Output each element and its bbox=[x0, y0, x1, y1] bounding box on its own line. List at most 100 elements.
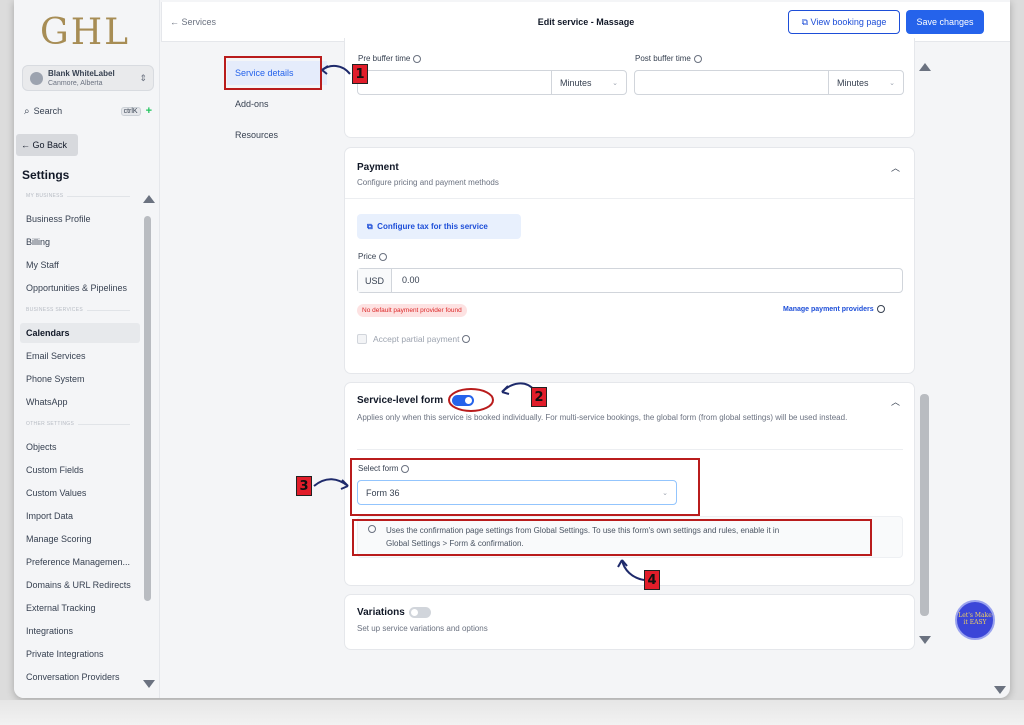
sidebar-item-objects[interactable]: Objects bbox=[20, 437, 140, 457]
window-shadow bbox=[0, 700, 1024, 725]
logo: GHL bbox=[40, 12, 131, 53]
currency-label: USD bbox=[358, 269, 392, 292]
sidebar-scroll-down-icon[interactable] bbox=[143, 680, 155, 688]
info-icon bbox=[876, 305, 885, 313]
tab-add-ons[interactable]: Add-ons bbox=[227, 92, 327, 116]
sidebar-item-custom-fields[interactable]: Custom Fields bbox=[20, 460, 140, 480]
app-window: GHL Blank WhiteLabel Canmore, Alberta ⇕ … bbox=[14, 0, 1010, 698]
search-bar[interactable]: ⌕ Search ctrlK + bbox=[24, 104, 152, 118]
service-form-description: Applies only when this service is booked… bbox=[357, 413, 848, 422]
search-icon: ⌕ bbox=[24, 105, 30, 117]
payment-subtitle: Configure pricing and payment methods bbox=[357, 178, 499, 187]
info-icon bbox=[462, 335, 471, 343]
account-name: Blank WhiteLabel bbox=[48, 68, 115, 78]
collapse-chevron-icon[interactable]: ︿ bbox=[891, 161, 900, 174]
pre-buffer-unit-select[interactable]: Minutes ⌄ bbox=[551, 71, 626, 94]
annotation-badge-2: 2 bbox=[531, 387, 547, 407]
go-back-button[interactable]: ← Go Back bbox=[16, 134, 78, 156]
page-scroll-down-icon[interactable] bbox=[994, 686, 1006, 694]
save-changes-button[interactable]: Save changes bbox=[906, 10, 984, 34]
partial-payment-checkbox[interactable] bbox=[357, 334, 367, 344]
search-label: Search bbox=[33, 106, 63, 116]
sidebar-item-calendars[interactable]: Calendars bbox=[20, 323, 140, 343]
section-other-settings: OTHER SETTINGS bbox=[26, 421, 130, 427]
account-avatar-icon bbox=[30, 71, 43, 85]
annotation-badge-3: 3 bbox=[296, 476, 312, 496]
price-value: 0.00 bbox=[402, 275, 420, 285]
sidebar-item-import-data[interactable]: Import Data bbox=[20, 506, 140, 526]
search-shortcut: ctrlK bbox=[120, 106, 141, 116]
pre-buffer-input[interactable]: Minutes ⌄ bbox=[357, 70, 627, 95]
partial-payment-option[interactable]: Accept partial payment bbox=[357, 334, 471, 344]
tab-resources[interactable]: Resources bbox=[227, 123, 327, 147]
annotation-arrow-1 bbox=[321, 64, 351, 75]
post-buffer-unit-select[interactable]: Minutes ⌄ bbox=[828, 71, 903, 94]
sidebar-scroll-up-icon[interactable] bbox=[143, 195, 155, 203]
annotation-arrow-3 bbox=[313, 478, 349, 490]
annotation-box-3 bbox=[350, 458, 700, 516]
sidebar-item-phone-system[interactable]: Phone System bbox=[20, 369, 140, 389]
payment-warning-badge: No default payment provider found bbox=[357, 304, 467, 317]
pre-buffer-label: Pre buffer time bbox=[358, 54, 411, 63]
annotation-box-1 bbox=[224, 56, 322, 90]
section-business-services: BUSINESS SERVICES bbox=[26, 307, 130, 313]
configure-tax-button[interactable]: ⧉ Configure tax for this service bbox=[357, 214, 521, 239]
sidebar-item-domains[interactable]: Domains & URL Redirects bbox=[20, 575, 140, 595]
sidebar-item-billing[interactable]: Billing bbox=[20, 232, 140, 252]
sidebar-item-business-profile[interactable]: Business Profile bbox=[20, 209, 140, 229]
service-form-title: Service-level form bbox=[357, 395, 444, 406]
variations-subtitle: Set up service variations and options bbox=[357, 624, 488, 633]
variations-toggle[interactable] bbox=[409, 607, 431, 618]
info-icon bbox=[379, 252, 388, 261]
account-switcher[interactable]: Blank WhiteLabel Canmore, Alberta ⇕ bbox=[22, 65, 154, 91]
scroll-down-icon[interactable] bbox=[919, 636, 931, 644]
sidebar-item-integrations[interactable]: Integrations bbox=[20, 621, 140, 641]
arrow-left-icon: ← bbox=[21, 140, 33, 150]
payment-card: Payment ︿ Configure pricing and payment … bbox=[344, 147, 915, 374]
collapse-chevron-icon[interactable]: ︿ bbox=[891, 395, 900, 408]
sidebar-scrollbar[interactable] bbox=[144, 216, 151, 601]
info-icon bbox=[693, 54, 702, 63]
post-buffer-label: Post buffer time bbox=[635, 54, 691, 63]
sidebar-item-email-services[interactable]: Email Services bbox=[20, 346, 140, 366]
price-input[interactable]: USD 0.00 bbox=[357, 268, 903, 293]
main-scrollbar[interactable] bbox=[920, 394, 929, 616]
sidebar-item-custom-values[interactable]: Custom Values bbox=[20, 483, 140, 503]
divider bbox=[357, 449, 903, 450]
annotation-badge-1: 1 bbox=[352, 64, 368, 84]
sidebar-item-opportunities[interactable]: Opportunities & Pipelines bbox=[20, 278, 140, 298]
page-header: ← Services Edit service - Massage ⧉ View… bbox=[161, 2, 1010, 42]
scroll-up-icon[interactable] bbox=[919, 63, 931, 71]
view-booking-page-button[interactable]: ⧉ View booking page bbox=[788, 10, 900, 34]
quick-add-icon[interactable]: + bbox=[146, 105, 152, 117]
section-my-business: MY BUSINESS bbox=[26, 193, 130, 199]
settings-title: Settings bbox=[22, 168, 70, 182]
external-link-icon: ⧉ bbox=[367, 221, 378, 231]
account-location: Canmore, Alberta bbox=[48, 79, 103, 87]
info-icon bbox=[413, 54, 422, 63]
sidebar-item-manage-scoring[interactable]: Manage Scoring bbox=[20, 529, 140, 549]
chevron-updown-icon: ⇕ bbox=[139, 72, 147, 83]
external-link-icon: ⧉ bbox=[801, 16, 811, 27]
post-buffer-input[interactable]: Minutes ⌄ bbox=[634, 70, 904, 95]
annotation-badge-4: 4 bbox=[644, 570, 660, 590]
variations-card: Variations Set up service variations and… bbox=[344, 594, 915, 650]
buffer-time-card: Pre buffer time Minutes ⌄ Post buffer tim… bbox=[344, 38, 915, 138]
sidebar-item-whatsapp[interactable]: WhatsApp bbox=[20, 392, 140, 412]
sidebar-item-my-staff[interactable]: My Staff bbox=[20, 255, 140, 275]
chevron-down-icon: ⌄ bbox=[612, 79, 618, 87]
payment-title: Payment bbox=[357, 162, 399, 173]
chevron-down-icon: ⌄ bbox=[889, 79, 895, 87]
sidebar-item-conversation-providers[interactable]: Conversation Providers bbox=[20, 667, 140, 687]
manage-payment-providers-link[interactable]: Manage payment providers bbox=[783, 305, 885, 313]
divider bbox=[345, 198, 914, 199]
help-widget-button[interactable]: Let's Make it EASY bbox=[955, 600, 995, 640]
sidebar-item-private-integrations[interactable]: Private Integrations bbox=[20, 644, 140, 664]
sidebar: GHL Blank WhiteLabel Canmore, Alberta ⇕ … bbox=[14, 0, 160, 698]
sidebar-item-preference-management[interactable]: Preference Managemen... bbox=[20, 552, 140, 572]
sidebar-item-external-tracking[interactable]: External Tracking bbox=[20, 598, 140, 618]
variations-title: Variations bbox=[357, 607, 405, 618]
annotation-ellipse-2 bbox=[448, 388, 494, 412]
annotation-box-4 bbox=[352, 519, 872, 556]
price-label: Price bbox=[358, 252, 377, 261]
